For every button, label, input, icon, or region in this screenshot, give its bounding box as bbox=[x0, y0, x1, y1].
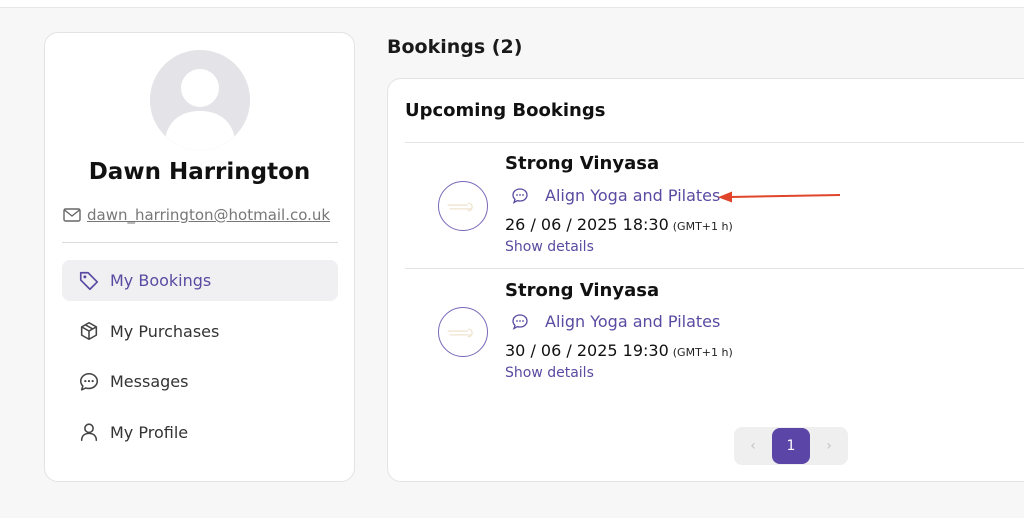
studio-logo-icon bbox=[447, 202, 473, 212]
top-header-strip bbox=[0, 0, 1024, 8]
sidebar-item-messages[interactable]: Messages bbox=[62, 361, 338, 402]
chat-bubble-icon bbox=[512, 313, 528, 330]
studio-row: Align Yoga and Pilates bbox=[511, 312, 720, 331]
sidebar-item-label: My Purchases bbox=[110, 321, 220, 341]
booking-datetime: 26 / 06 / 2025 18:30 (GMT+1 h) bbox=[505, 215, 733, 234]
studio-logo-icon bbox=[447, 328, 473, 338]
studio-logo[interactable] bbox=[438, 307, 488, 357]
booking-item: Strong Vinyasa Align Yoga and Pilates 26… bbox=[405, 143, 1024, 263]
timezone-text: (GMT+1 h) bbox=[672, 346, 733, 359]
pagination-page-button[interactable]: 1 bbox=[772, 428, 810, 464]
email-row: dawn_harrington@hotmail.co.uk bbox=[63, 204, 343, 226]
tag-icon bbox=[79, 271, 99, 290]
studio-link[interactable]: Align Yoga and Pilates bbox=[545, 186, 720, 205]
sidebar-item-label: My Bookings bbox=[110, 271, 212, 290]
studio-link[interactable]: Align Yoga and Pilates bbox=[545, 312, 720, 331]
show-details-link[interactable]: Show details bbox=[505, 239, 594, 255]
sidebar-item-my-profile[interactable]: My Profile bbox=[62, 412, 338, 453]
booking-item: Strong Vinyasa Align Yoga and Pilates 30… bbox=[405, 269, 1024, 389]
pagination: ‹ 1 › bbox=[734, 427, 848, 465]
sidebar-nav: My Bookings My Purchases Messages My Pro… bbox=[62, 260, 338, 462]
avatar[interactable] bbox=[150, 50, 250, 150]
user-placeholder-icon bbox=[150, 50, 250, 150]
sidebar-item-my-bookings[interactable]: My Bookings bbox=[62, 260, 338, 301]
booking-datetime: 30 / 06 / 2025 19:30 (GMT+1 h) bbox=[505, 341, 733, 360]
show-details-link[interactable]: Show details bbox=[505, 365, 594, 381]
class-name: Strong Vinyasa bbox=[505, 280, 660, 301]
sidebar-item-my-purchases[interactable]: My Purchases bbox=[62, 311, 338, 352]
annotation-arrow-icon bbox=[718, 191, 841, 203]
datetime-text: 26 / 06 / 2025 18:30 bbox=[505, 215, 669, 234]
chat-bubble-icon bbox=[79, 372, 99, 391]
pagination-next-button[interactable]: › bbox=[812, 427, 846, 465]
profile-sidebar: Dawn Harrington dawn_harrington@hotmail.… bbox=[44, 32, 355, 482]
user-icon bbox=[80, 423, 98, 442]
pagination-prev-button[interactable]: ‹ bbox=[736, 427, 770, 465]
page-title: Bookings (2) bbox=[387, 36, 523, 58]
user-name: Dawn Harrington bbox=[88, 159, 311, 185]
package-icon bbox=[80, 321, 98, 341]
studio-logo[interactable] bbox=[438, 181, 488, 231]
timezone-text: (GMT+1 h) bbox=[672, 220, 733, 233]
upcoming-bookings-card: Upcoming Bookings Strong Vinyasa Align Y… bbox=[387, 78, 1024, 482]
sidebar-divider bbox=[62, 242, 338, 243]
envelope-icon bbox=[63, 208, 81, 222]
card-title: Upcoming Bookings bbox=[405, 100, 606, 121]
class-name: Strong Vinyasa bbox=[505, 153, 660, 174]
email-link[interactable]: dawn_harrington@hotmail.co.uk bbox=[87, 206, 330, 224]
studio-row: Align Yoga and Pilates bbox=[511, 186, 720, 205]
sidebar-item-label: My Profile bbox=[110, 422, 189, 442]
sidebar-item-label: Messages bbox=[110, 372, 189, 391]
datetime-text: 30 / 06 / 2025 19:30 bbox=[505, 341, 669, 360]
chat-bubble-icon bbox=[512, 187, 528, 204]
